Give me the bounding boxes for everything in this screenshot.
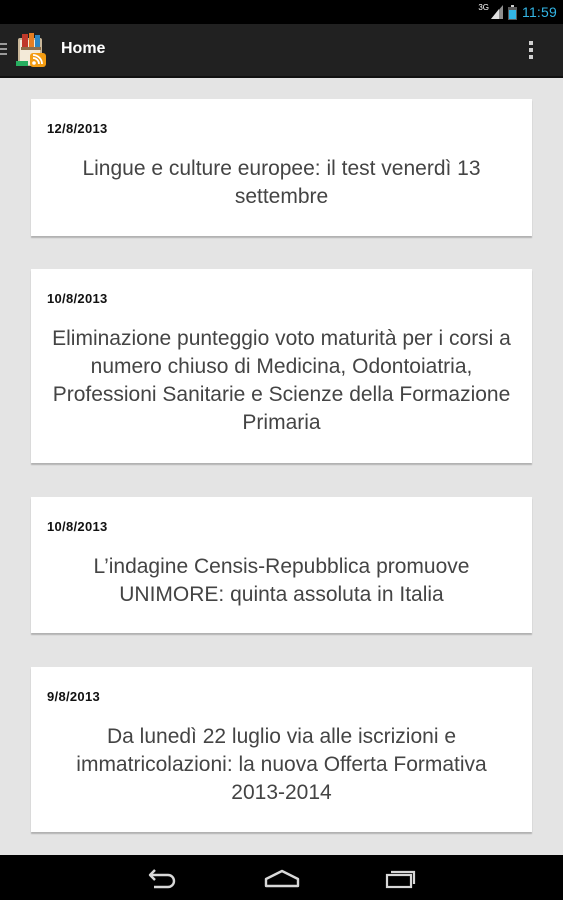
app-screen: 3G 11:59 Home 12/8/2013 Lingue e culture… — [0, 0, 563, 900]
navigation-bar — [0, 855, 563, 900]
news-date: 10/8/2013 — [47, 291, 108, 306]
status-bar: 3G 11:59 — [0, 0, 563, 24]
news-card[interactable]: 9/8/2013 Da lunedì 22 luglio via alle is… — [31, 667, 532, 832]
news-title: L’indagine Censis-Repubblica promuove UN… — [93, 555, 470, 606]
battery-icon — [508, 4, 517, 20]
back-icon[interactable] — [142, 863, 182, 893]
clock: 11:59 — [522, 4, 557, 20]
signal-icon — [491, 5, 503, 19]
home-icon[interactable] — [262, 863, 302, 893]
page-title: Home — [61, 40, 106, 57]
news-card[interactable]: 10/8/2013 L’indagine Censis-Repubblica p… — [31, 497, 532, 633]
news-card[interactable]: 10/8/2013 Eliminazione punteggio voto ma… — [31, 269, 532, 463]
action-bar: Home — [0, 24, 563, 78]
news-date: 9/8/2013 — [47, 689, 101, 704]
recent-apps-icon[interactable] — [382, 863, 422, 893]
news-list: 12/8/2013 Lingue e culture europee: il t… — [0, 78, 563, 855]
news-title: Lingue e culture europee: il test venerd… — [82, 157, 481, 208]
news-date: 10/8/2013 — [47, 519, 108, 534]
drawer-indicator-icon[interactable] — [0, 43, 8, 57]
news-title: Eliminazione punteggio voto maturità per… — [52, 327, 511, 434]
books-rss-icon[interactable] — [12, 31, 50, 69]
news-card[interactable]: 12/8/2013 Lingue e culture europee: il t… — [31, 99, 532, 236]
status-icons: 3G 11:59 — [478, 0, 557, 24]
overflow-menu-icon[interactable] — [521, 38, 541, 62]
news-date: 12/8/2013 — [47, 121, 108, 136]
news-title: Da lunedì 22 luglio via alle iscrizioni … — [76, 725, 487, 804]
network-type-label: 3G — [478, 2, 489, 12]
